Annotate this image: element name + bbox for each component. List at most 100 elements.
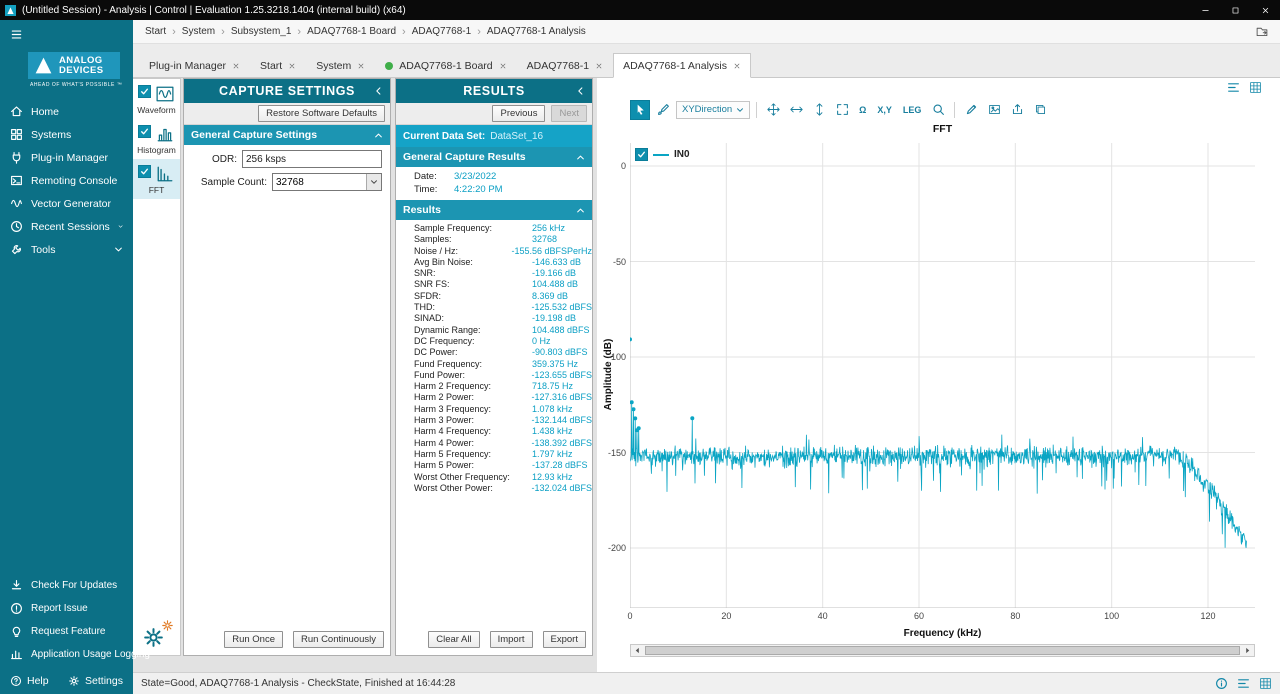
breadcrumb-item-system[interactable]: System (182, 26, 215, 37)
result-label: SNR FS: (414, 279, 532, 290)
zoom-box-button[interactable] (928, 100, 948, 120)
sidebar-footer-help[interactable]: Help (10, 675, 49, 687)
result-label: Fund Frequency: (414, 359, 532, 370)
result-value: -123.655 dBFS (531, 370, 592, 381)
sidebar-item-application-usage-logging[interactable]: Application Usage Logging (0, 643, 133, 666)
next-button[interactable]: Next (551, 105, 587, 122)
result-row: Worst Other Power:-132.024 dBFS (396, 483, 592, 494)
checkbox-checked-icon[interactable] (138, 125, 151, 138)
info-icon[interactable] (1215, 677, 1228, 690)
result-row: Worst Other Frequency:12.93 kHz (396, 472, 592, 483)
chart-title: FFT (630, 123, 1255, 135)
grid-toggle-icon[interactable] (1259, 677, 1272, 690)
run-continuously-button[interactable]: Run Continuously (293, 631, 384, 648)
fit-view-button[interactable] (832, 100, 852, 120)
checkbox-checked-icon[interactable] (138, 165, 151, 178)
tab-adaq7768-1[interactable]: ADAQ7768-1 (517, 53, 613, 78)
analysis-settings-button[interactable] (142, 619, 174, 649)
breadcrumb-items: Start›System›Subsystem_1›ADAQ7768-1 Boar… (143, 26, 588, 38)
collapse-panel-icon[interactable] (374, 85, 383, 97)
sidebar-item-recent-sessions[interactable]: Recent Sessions (0, 215, 133, 238)
close-tab-icon[interactable] (499, 62, 507, 70)
general-capture-settings-header[interactable]: General Capture Settings (184, 125, 390, 145)
sidebar-item-check-for-updates[interactable]: Check For Updates (0, 574, 133, 597)
sidebar-item-home[interactable]: Home (0, 100, 133, 123)
x-tick-label: 40 (810, 611, 836, 621)
close-tab-icon[interactable] (232, 62, 240, 70)
restore-defaults-button[interactable]: Restore Software Defaults (258, 105, 385, 122)
general-capture-results-header[interactable]: General Capture Results (396, 147, 592, 167)
pencil-icon (965, 103, 978, 116)
import-button[interactable]: Import (490, 631, 533, 648)
run-once-button[interactable]: Run Once (224, 631, 283, 648)
legend-toggle-button[interactable]: LEG (899, 100, 926, 120)
xy-values-button[interactable]: X,Y (873, 100, 896, 120)
sidebar-item-remoting-console[interactable]: Remoting Console (0, 169, 133, 192)
tab-plug-in-manager[interactable]: Plug-in Manager (139, 53, 250, 78)
undo-zoom-button[interactable]: Ω (855, 100, 870, 120)
result-value: 256 kHz (532, 223, 565, 234)
result-label: Harm 5 Power: (414, 460, 532, 471)
pan-button[interactable] (763, 100, 783, 120)
scroll-left-button[interactable] (631, 645, 644, 656)
odr-input[interactable] (242, 150, 382, 168)
breadcrumb-item-adaq7768-1-board[interactable]: ADAQ7768-1 Board (307, 26, 396, 37)
close-tab-icon[interactable] (357, 62, 365, 70)
checkbox-checked-icon[interactable] (138, 85, 151, 98)
layout-toggle-icon[interactable] (1237, 677, 1250, 690)
export-plot-button[interactable] (1007, 100, 1027, 120)
close-tab-icon[interactable] (595, 62, 603, 70)
v-zoom-button[interactable] (809, 100, 829, 120)
close-button[interactable] (1250, 0, 1280, 20)
tab-adaq7768-1-analysis[interactable]: ADAQ7768-1 Analysis (613, 53, 751, 78)
results-section-header[interactable]: Results (396, 200, 592, 220)
view-rail-items: WaveformHistogramFFT (133, 79, 180, 199)
clear-all-button[interactable]: Clear All (428, 631, 479, 648)
tab-system[interactable]: System (306, 53, 375, 78)
sidebar-item-tools[interactable]: Tools (0, 238, 133, 261)
breadcrumb-item-subsystem-1[interactable]: Subsystem_1 (231, 26, 292, 37)
maximize-button[interactable] (1220, 0, 1250, 20)
breadcrumb-item-adaq7768-1[interactable]: ADAQ7768-1 (412, 26, 471, 37)
result-value: 3/23/2022 (454, 170, 496, 183)
pointer-tool-button[interactable] (630, 100, 650, 120)
footer-label: Settings (85, 675, 123, 687)
workspace: WaveformHistogramFFT CAPTURE SETTINGS Re… (133, 78, 1280, 672)
view-item-histogram[interactable]: Histogram (133, 119, 180, 159)
minimize-button[interactable] (1190, 0, 1220, 20)
xy-direction-dropdown[interactable]: XYDirection (676, 101, 750, 119)
export-button[interactable]: Export (543, 631, 586, 648)
annotate-button[interactable] (961, 100, 981, 120)
close-tab-icon[interactable] (288, 62, 296, 70)
scroll-right-button[interactable] (1241, 645, 1254, 656)
sidebar-item-request-feature[interactable]: Request Feature (0, 620, 133, 643)
snapshot-button[interactable] (984, 100, 1004, 120)
sidebar-item-systems[interactable]: Systems (0, 123, 133, 146)
sidebar-item-plug-in-manager[interactable]: Plug-in Manager (0, 146, 133, 169)
breadcrumb-item-adaq7768-1-analysis[interactable]: ADAQ7768-1 Analysis (487, 26, 586, 37)
brush-tool-button[interactable] (653, 100, 673, 120)
sidebar-item-label: Request Feature (31, 626, 106, 637)
breadcrumb-item-start[interactable]: Start (145, 26, 166, 37)
scrollbar-thumb[interactable] (645, 646, 1240, 655)
close-tab-icon[interactable] (733, 62, 741, 70)
copy-plot-button[interactable] (1030, 100, 1050, 120)
sidebar-item-report-issue[interactable]: Report Issue (0, 597, 133, 620)
tab-adaq7768-1-board[interactable]: ADAQ7768-1 Board (375, 53, 516, 78)
view-item-fft[interactable]: FFT (133, 159, 180, 199)
horizontal-scrollbar[interactable] (630, 644, 1255, 657)
h-zoom-button[interactable] (786, 100, 806, 120)
capture-settings-panel: CAPTURE SETTINGS Restore Software Defaul… (183, 78, 391, 656)
sidebar-footer-settings[interactable]: Settings (68, 675, 123, 687)
sidebar-item-vector-generator[interactable]: Vector Generator (0, 192, 133, 215)
hamburger-menu-button[interactable] (0, 20, 133, 52)
chart-grid-button[interactable] (1249, 81, 1262, 94)
session-export-icon[interactable] (1254, 25, 1270, 38)
tab-start[interactable]: Start (250, 53, 306, 78)
chart-list-button[interactable] (1227, 81, 1240, 94)
sample-count-select[interactable]: 32768 (272, 173, 382, 191)
plot-area[interactable] (630, 143, 1255, 608)
collapse-panel-icon[interactable] (576, 85, 585, 97)
view-item-waveform[interactable]: Waveform (133, 79, 180, 119)
previous-button[interactable]: Previous (492, 105, 545, 122)
